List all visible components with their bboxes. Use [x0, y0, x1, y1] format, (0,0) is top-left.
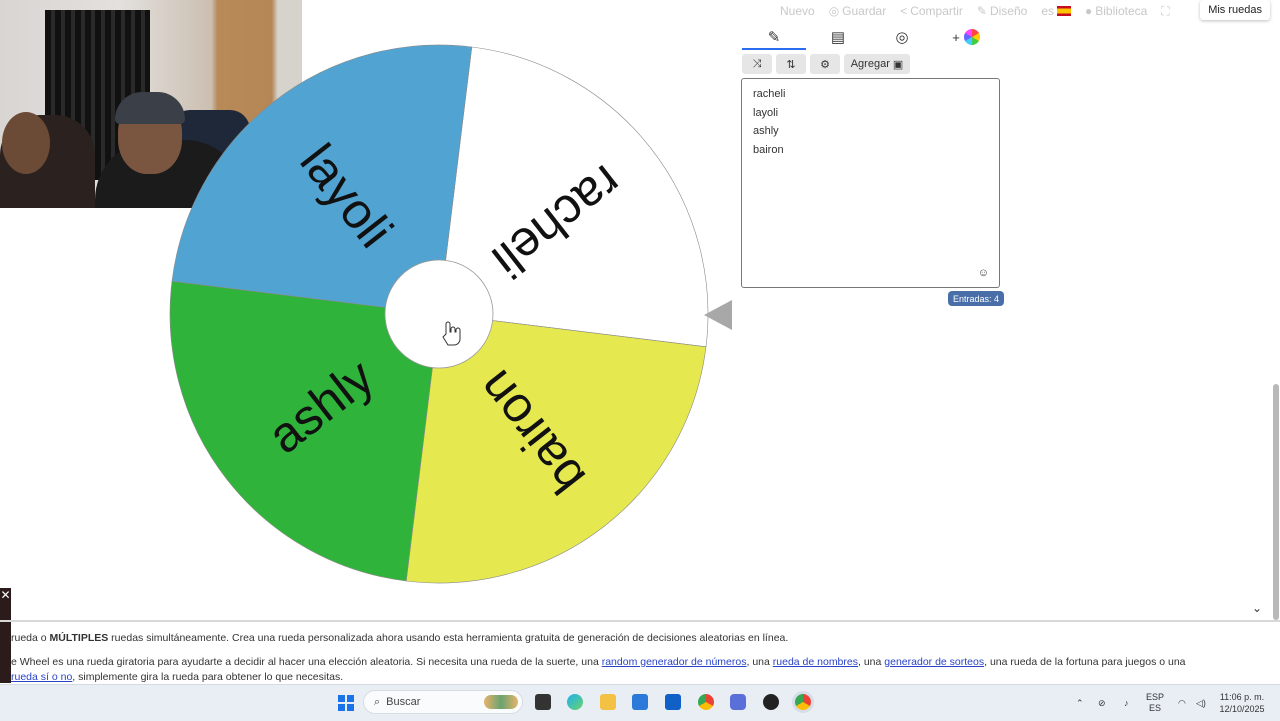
- store-icon[interactable]: [632, 694, 648, 710]
- text-span: , una rueda de la fortuna para juegos o …: [984, 656, 1186, 668]
- microphone-icon[interactable]: ♪: [1124, 685, 1129, 721]
- entry-line: bairon: [753, 143, 784, 156]
- entries-count-badge: Entradas: 4: [948, 291, 1005, 306]
- windows-taskbar: ⌕ Buscar ⌃ ⊘ ♪ ESP ES ◠ ◁) 11:06 p. m. 1…: [0, 684, 1280, 721]
- entry-line: ashly: [753, 125, 779, 137]
- fullscreen-icon: ⛶: [1161, 3, 1170, 18]
- search-icon: ⌕: [374, 695, 381, 708]
- add-image-button[interactable]: Agregar ▣: [844, 54, 910, 74]
- plus-icon: +: [952, 29, 960, 45]
- scrollbar[interactable]: [1273, 384, 1279, 620]
- language-label: es: [1041, 4, 1055, 18]
- sort-icon: ⇅: [786, 58, 796, 71]
- wheel-center[interactable]: [384, 259, 494, 369]
- text-span: , una: [858, 656, 885, 668]
- description-line-1: rueda o MÚLTIPLES ruedas simultáneamente…: [11, 632, 1201, 644]
- globe-icon: ●: [1085, 4, 1093, 18]
- copilot-icon[interactable]: [567, 694, 583, 710]
- top-nav: Nuevo ◎ Guardar < Compartir ✎ Diseño es ● Bi…: [780, 0, 1170, 22]
- language-button[interactable]: es: [1041, 4, 1072, 18]
- text-span: rueda o: [11, 632, 50, 644]
- lang-bottom: ES: [1149, 703, 1162, 713]
- wheel-pointer: [704, 300, 732, 330]
- tab-hide[interactable]: ◎: [870, 26, 934, 48]
- save-icon: ◎: [828, 4, 840, 18]
- file-explorer-icon[interactable]: [600, 694, 616, 710]
- clipboard-icon: ▤: [830, 29, 846, 46]
- wifi-icon[interactable]: ◠: [1178, 685, 1186, 721]
- chrome-active-icon[interactable]: [795, 694, 811, 710]
- save-label: Guardar: [842, 4, 887, 18]
- shuffle-button[interactable]: ⤨: [742, 54, 772, 74]
- description-line-3: rueda sí o no, simplemente gira la rueda…: [11, 671, 1201, 683]
- clock-time: 11:06 p. m.: [1219, 692, 1265, 702]
- search-placeholder: Buscar: [386, 696, 421, 708]
- search-highlight-icon: [484, 695, 518, 709]
- pencil-icon: ✎: [767, 29, 781, 46]
- link-random-numbers[interactable]: random generador de números: [602, 656, 747, 668]
- new-button[interactable]: Nuevo: [780, 4, 815, 18]
- editor-tabs: ✎ ▤ ◎ +: [742, 26, 1000, 50]
- sort-button[interactable]: ⇅: [776, 54, 806, 74]
- windows-start-icon[interactable]: [338, 695, 354, 711]
- clock-date: 12/10/2025: [1219, 704, 1265, 714]
- entries-textarea[interactable]: racheli layoli ashly bairon ☺: [741, 78, 1000, 288]
- volume-icon[interactable]: ◁): [1196, 685, 1206, 721]
- input-language[interactable]: ESP ES: [1146, 685, 1164, 721]
- taskbar-search[interactable]: ⌕ Buscar: [363, 690, 523, 714]
- design-label: Diseño: [989, 4, 1028, 18]
- text-span: , simplemente gira la rueda para obtener…: [72, 671, 344, 683]
- text-bold: MÚLTIPLES: [49, 632, 109, 644]
- fullscreen-button[interactable]: ⛶: [1161, 4, 1169, 19]
- spin-wheel[interactable]: rachelibaironashlylayoli: [168, 43, 710, 585]
- eye-off-icon: ◎: [895, 29, 909, 46]
- library-button[interactable]: ● Biblioteca: [1085, 4, 1147, 18]
- settings-button[interactable]: ⚙: [810, 54, 840, 74]
- gear-icon: ⚙: [820, 58, 830, 71]
- color-wheel-icon: [963, 29, 980, 45]
- save-button[interactable]: ◎ Guardar: [829, 4, 887, 18]
- design-button[interactable]: ✎ Diseño: [977, 4, 1027, 18]
- entry-line: racheli: [753, 88, 786, 100]
- divider: [0, 620, 1280, 622]
- share-label: Compartir: [910, 4, 963, 18]
- emoji-icon[interactable]: ☺: [978, 267, 989, 279]
- chevron-down-icon[interactable]: ⌄: [1252, 601, 1262, 615]
- my-wheels-button[interactable]: Mis ruedas: [1200, 0, 1270, 20]
- text-span: , una: [746, 656, 773, 668]
- add-image-label: Agregar: [850, 58, 890, 70]
- clock[interactable]: 11:06 p. m. 12/10/2025: [1214, 691, 1270, 715]
- new-label: Nuevo: [780, 4, 815, 18]
- entry-line: layoli: [753, 106, 779, 119]
- brush-icon: ✎: [976, 4, 987, 18]
- tab-edit-entries[interactable]: ✎: [742, 26, 806, 50]
- share-button[interactable]: < Compartir: [900, 4, 963, 18]
- text-span: e Wheel es una rueda giratoria para ayud…: [11, 656, 602, 668]
- shuffle-icon: ⤨: [752, 57, 762, 70]
- lang-top: ESP: [1146, 692, 1165, 702]
- app-icon[interactable]: [730, 694, 746, 710]
- outlook-icon[interactable]: [665, 694, 681, 710]
- webcam-close-strip: ✕: [0, 588, 11, 683]
- tab-add-wheel[interactable]: +: [934, 26, 998, 48]
- link-yes-no-wheel[interactable]: rueda sí o no: [11, 671, 72, 683]
- chevron-up-icon[interactable]: ⌃: [1076, 685, 1084, 721]
- link-raffle-generator[interactable]: generador de sorteos: [884, 656, 984, 668]
- link-name-wheel[interactable]: rueda de nombres: [773, 656, 858, 668]
- description-line-2: e Wheel es una rueda giratoria para ayud…: [11, 656, 1201, 668]
- share-icon: <: [900, 4, 908, 18]
- text-span: ruedas simultáneamente. Crea una rueda p…: [108, 632, 789, 644]
- record-icon[interactable]: [763, 694, 779, 710]
- spain-flag-icon: [1057, 6, 1072, 16]
- library-label: Biblioteca: [1095, 4, 1148, 18]
- entry-tools: ⤨ ⇅ ⚙ Agregar ▣: [742, 54, 910, 74]
- tab-results[interactable]: ▤: [806, 26, 870, 48]
- network-off-icon[interactable]: ⊘: [1098, 685, 1106, 721]
- close-icon[interactable]: ✕: [0, 588, 11, 602]
- task-view-icon[interactable]: [535, 694, 551, 710]
- image-icon: ▣: [892, 58, 904, 71]
- chrome-icon[interactable]: [698, 694, 714, 710]
